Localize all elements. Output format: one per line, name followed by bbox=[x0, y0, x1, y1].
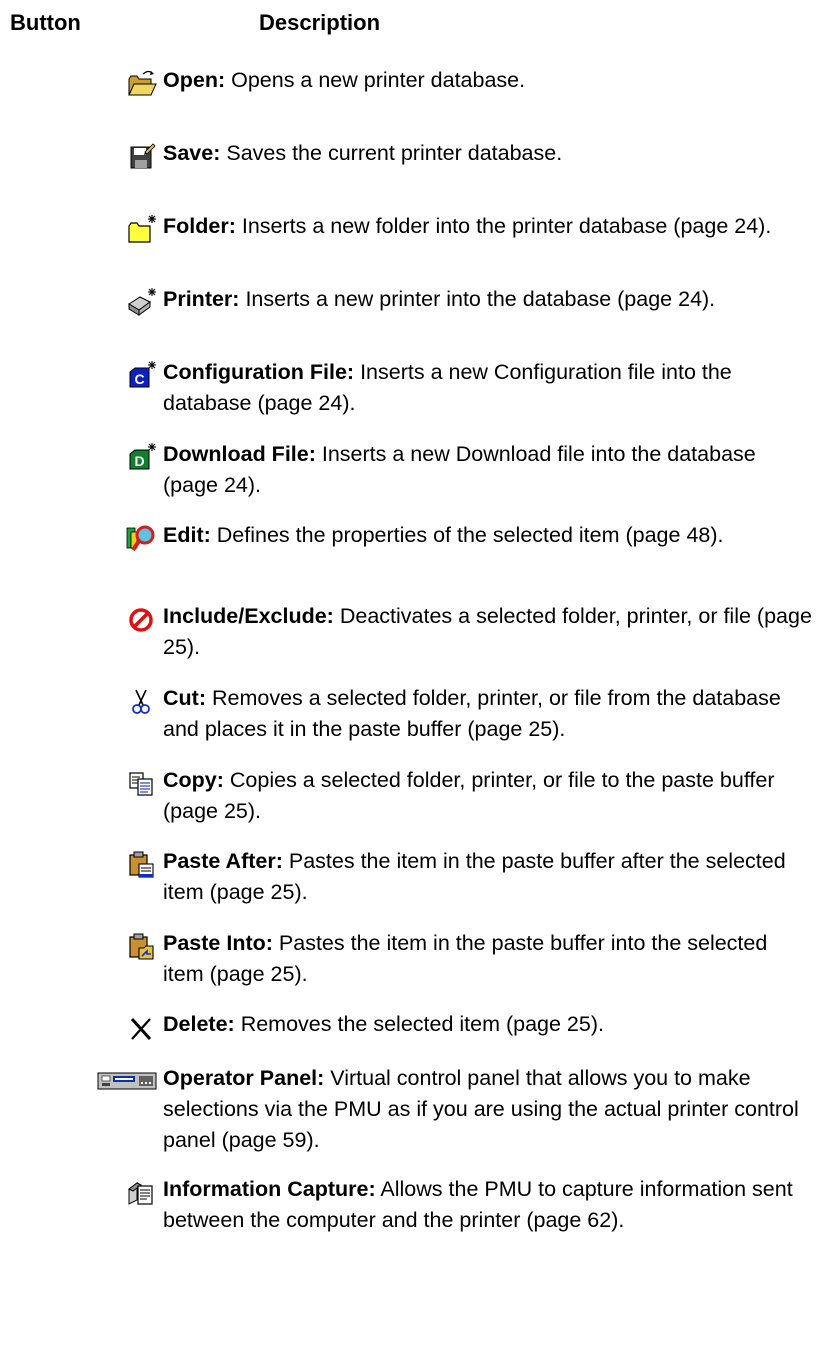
button-name-copy: Copy: bbox=[163, 768, 224, 792]
description-information-capture: Information Capture: Allows the PMU to c… bbox=[163, 1174, 813, 1236]
button-name-configuration-file: Configuration File: bbox=[163, 360, 355, 384]
cut-scissors-icon bbox=[123, 683, 159, 719]
button-name-folder: Folder: bbox=[163, 214, 236, 238]
button-name-information-capture: Information Capture: bbox=[163, 1177, 376, 1201]
button-text-printer: Inserts a new printer into the database … bbox=[245, 287, 716, 311]
button-name-paste-after: Paste After: bbox=[163, 849, 283, 873]
description-column-header: Description bbox=[259, 10, 381, 35]
button-text-open: Opens a new printer database. bbox=[231, 68, 526, 92]
button-text-edit: Defines the properties of the selected i… bbox=[216, 523, 724, 547]
description-save: Save: Saves the current printer database… bbox=[163, 138, 813, 169]
description-edit: Edit: Defines the properties of the sele… bbox=[163, 520, 813, 551]
new-config-file-icon: C bbox=[123, 357, 159, 393]
information-capture-icon bbox=[123, 1174, 159, 1210]
description-download-file: Download File: Inserts a new Download fi… bbox=[163, 439, 813, 501]
button-text-cut: Removes a selected folder, printer, or f… bbox=[163, 686, 781, 741]
save-disk-icon bbox=[123, 138, 159, 174]
button-name-download-file: Download File: bbox=[163, 442, 316, 466]
button-name-edit: Edit: bbox=[163, 523, 211, 547]
description-operator-panel: Operator Panel: Virtual control panel th… bbox=[163, 1063, 813, 1156]
new-printer-icon bbox=[123, 284, 159, 320]
new-download-file-icon: D bbox=[123, 439, 159, 475]
button-text-save: Saves the current printer database. bbox=[226, 141, 563, 165]
description-paste-into: Paste Into: Pastes the item in the paste… bbox=[163, 928, 813, 990]
edit-magnifier-icon bbox=[123, 520, 159, 556]
include-exclude-icon bbox=[123, 601, 159, 637]
button-name-save: Save: bbox=[163, 141, 221, 165]
button-name-paste-into: Paste Into: bbox=[163, 931, 273, 955]
new-folder-icon bbox=[123, 211, 159, 247]
description-include-exclude: Include/Exclude: Deactivates a selected … bbox=[163, 601, 813, 663]
button-column-header: Button bbox=[10, 10, 81, 35]
description-open: Open: Opens a new printer database. bbox=[163, 65, 813, 96]
paste-into-icon bbox=[123, 928, 159, 964]
svg-text:C: C bbox=[134, 371, 144, 387]
description-folder: Folder: Inserts a new folder into the pr… bbox=[163, 211, 813, 242]
delete-x-icon bbox=[123, 1009, 159, 1045]
copy-icon bbox=[123, 765, 159, 801]
button-name-open: Open: bbox=[163, 68, 226, 92]
operator-panel-icon bbox=[96, 1063, 158, 1099]
button-name-include-exclude: Include/Exclude: bbox=[163, 604, 334, 628]
button-name-cut: Cut: bbox=[163, 686, 206, 710]
button-name-delete: Delete: bbox=[163, 1012, 235, 1036]
description-paste-after: Paste After: Pastes the item in the past… bbox=[163, 846, 813, 908]
button-text-delete: Removes the selected item (page 25). bbox=[240, 1012, 604, 1036]
description-cut: Cut: Removes a selected folder, printer,… bbox=[163, 683, 813, 745]
description-delete: Delete: Removes the selected item (page … bbox=[163, 1009, 813, 1040]
description-copy: Copy: Copies a selected folder, printer,… bbox=[163, 765, 813, 827]
description-configuration-file: Configuration File: Inserts a new Config… bbox=[163, 357, 813, 419]
button-name-printer: Printer: bbox=[163, 287, 240, 311]
paste-after-icon bbox=[123, 846, 159, 882]
button-name-operator-panel: Operator Panel: bbox=[163, 1066, 325, 1090]
button-text-copy: Copies a selected folder, printer, or fi… bbox=[163, 768, 775, 823]
description-printer: Printer: Inserts a new printer into the … bbox=[163, 284, 813, 315]
button-text-folder: Inserts a new folder into the printer da… bbox=[241, 214, 772, 238]
svg-text:D: D bbox=[134, 453, 144, 469]
open-folder-icon bbox=[123, 65, 159, 101]
